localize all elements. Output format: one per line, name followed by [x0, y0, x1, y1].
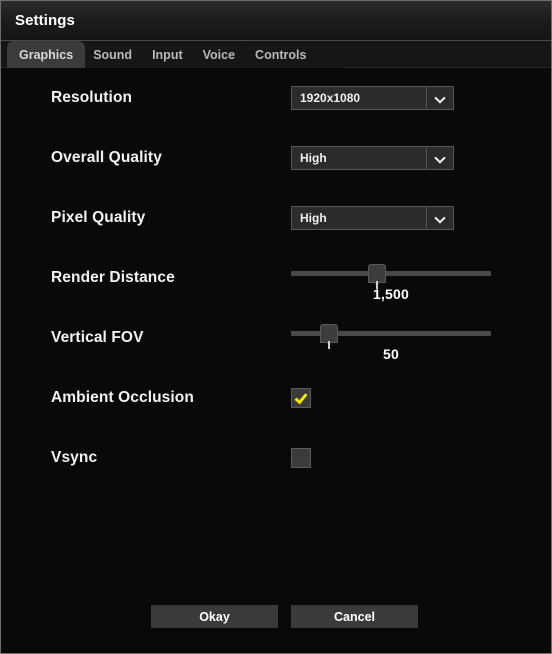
- chevron-down-icon[interactable]: [426, 147, 453, 169]
- vertical-fov-slider[interactable]: 50: [291, 318, 491, 362]
- window-title: Settings: [15, 12, 75, 29]
- tab-input-label: Input: [152, 47, 183, 62]
- tab-sound-label: Sound: [93, 47, 133, 62]
- overall-quality-label: Overall Quality: [51, 149, 162, 166]
- resolution-dropdown[interactable]: 1920x1080: [291, 86, 454, 110]
- resolution-dropdown-value: 1920x1080: [300, 91, 361, 105]
- dialog-footer: Okay Cancel: [1, 593, 551, 653]
- render-distance-label: Render Distance: [51, 269, 175, 286]
- setting-row-ambient-occlusion: Ambient Occlusion: [1, 368, 551, 428]
- vertical-fov-value: 50: [383, 346, 399, 362]
- render-distance-value: 1,500: [372, 286, 410, 302]
- vsync-label: Vsync: [51, 449, 98, 466]
- setting-row-vertical-fov: Vertical FOV 50: [1, 308, 551, 368]
- window-titlebar: Settings: [1, 1, 551, 41]
- ambient-occlusion-checkbox[interactable]: [291, 388, 311, 408]
- cancel-button[interactable]: Cancel: [291, 605, 418, 628]
- pixel-quality-label: Pixel Quality: [51, 209, 146, 226]
- pixel-quality-dropdown-value: High: [300, 211, 327, 225]
- tab-bar: Graphics Sound Input Voice Controls: [1, 41, 551, 68]
- setting-row-overall-quality: Overall Quality High: [1, 128, 551, 188]
- tab-voice[interactable]: Voice: [190, 41, 248, 68]
- tab-voice-label: Voice: [202, 47, 236, 62]
- tab-controls-label: Controls: [255, 47, 307, 62]
- graphics-settings-panel: Resolution 1920x1080 Overall Quality Hig…: [1, 68, 551, 653]
- overall-quality-dropdown[interactable]: High: [291, 146, 454, 170]
- check-icon: [294, 393, 308, 404]
- setting-row-pixel-quality: Pixel Quality High: [1, 188, 551, 248]
- vsync-checkbox[interactable]: [291, 448, 311, 468]
- ambient-occlusion-label: Ambient Occlusion: [51, 389, 194, 406]
- tab-input[interactable]: Input: [140, 41, 195, 68]
- tab-graphics-label: Graphics: [19, 47, 74, 62]
- pixel-quality-dropdown[interactable]: High: [291, 206, 454, 230]
- tab-controls[interactable]: Controls: [243, 41, 319, 68]
- overall-quality-dropdown-value: High: [300, 151, 327, 165]
- vertical-fov-label: Vertical FOV: [51, 329, 144, 346]
- setting-row-vsync: Vsync: [1, 428, 551, 488]
- settings-window: Settings Graphics Sound Input Voice Cont…: [0, 0, 552, 654]
- tab-sound[interactable]: Sound: [81, 41, 145, 68]
- tab-strip-filler: [314, 41, 345, 68]
- render-distance-slider[interactable]: 1,500: [291, 258, 491, 302]
- render-distance-slider-track[interactable]: [291, 271, 491, 276]
- setting-row-resolution: Resolution 1920x1080: [1, 68, 551, 128]
- chevron-down-icon[interactable]: [426, 207, 453, 229]
- okay-button[interactable]: Okay: [151, 605, 278, 628]
- tab-graphics[interactable]: Graphics: [7, 41, 86, 68]
- chevron-down-icon[interactable]: [426, 87, 453, 109]
- setting-row-render-distance: Render Distance 1,500: [1, 248, 551, 308]
- resolution-label: Resolution: [51, 89, 133, 106]
